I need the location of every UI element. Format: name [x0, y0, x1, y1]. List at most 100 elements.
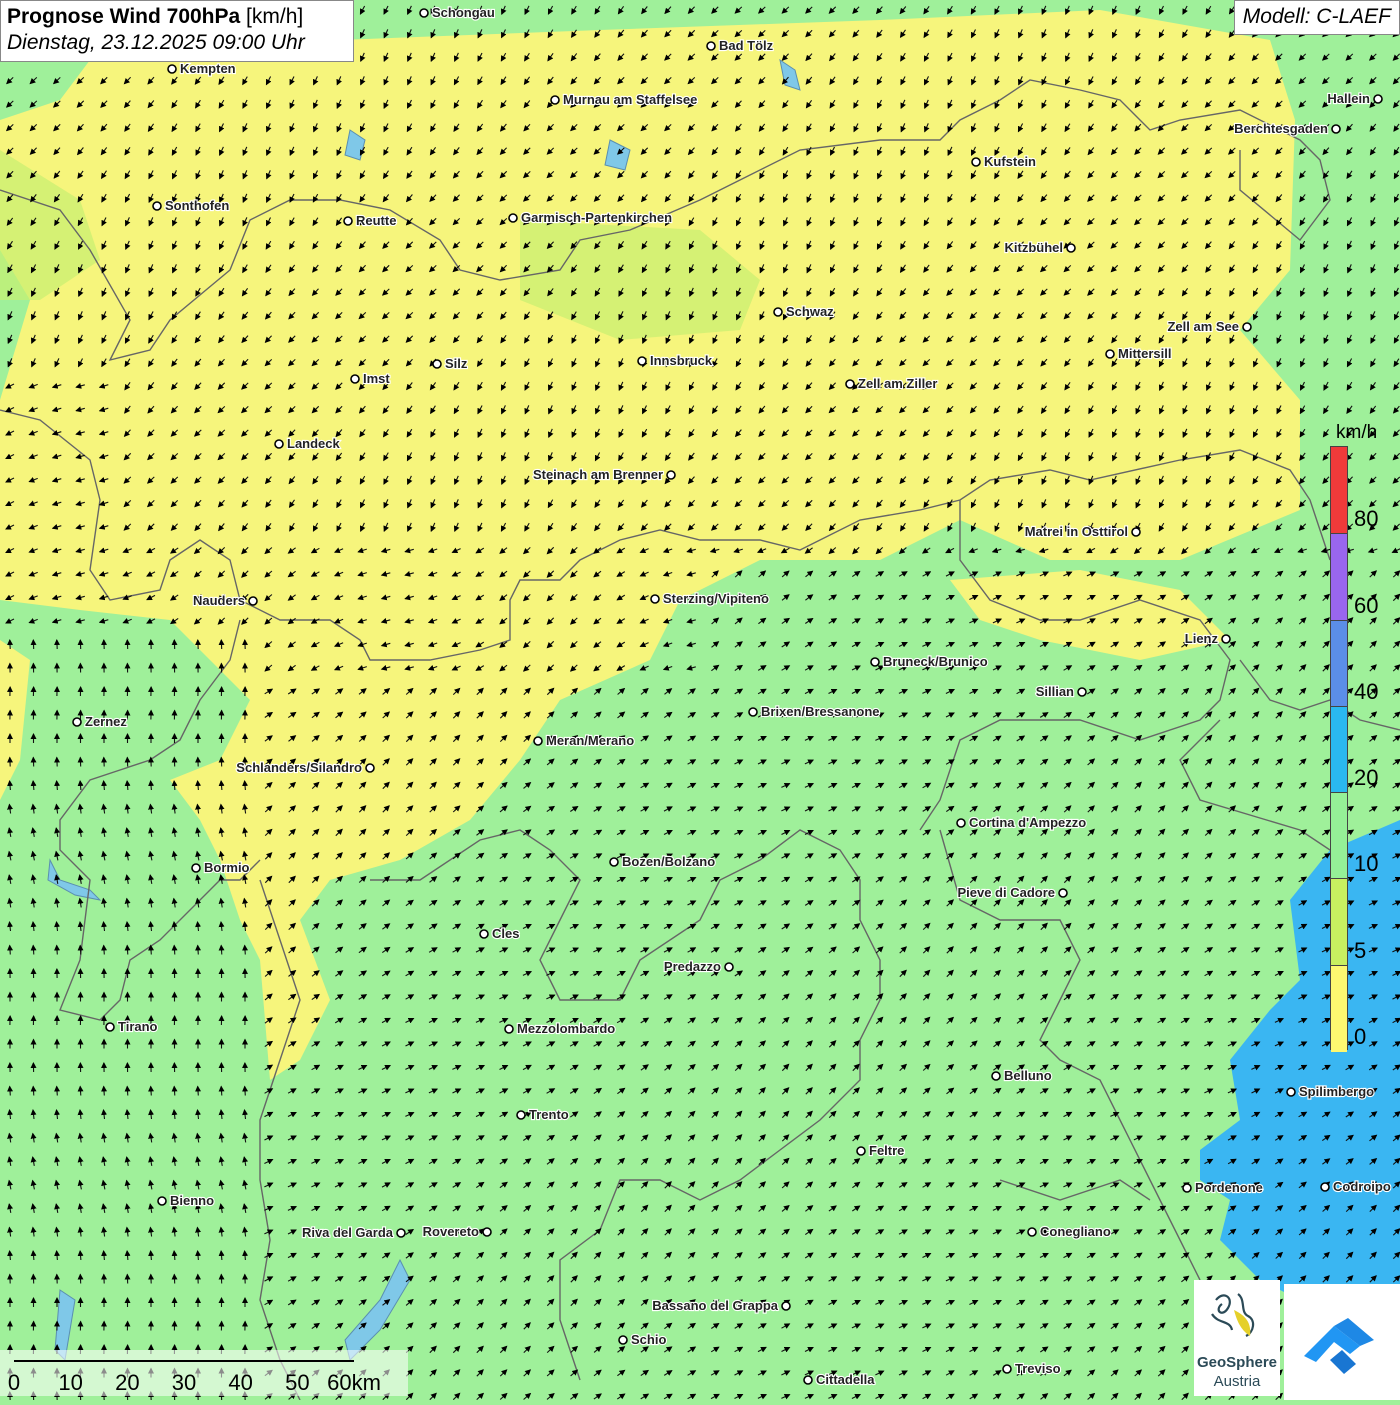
city-label: Schwaz	[786, 304, 834, 319]
city-label: Rovereto	[423, 1224, 479, 1239]
city-marker[interactable]: Sonthofen	[153, 198, 229, 213]
city-dot	[992, 1072, 1000, 1080]
city-dot	[667, 471, 675, 479]
city-dot	[1003, 1365, 1011, 1373]
legend-segment	[1331, 706, 1347, 793]
city-label: Pordenone	[1195, 1180, 1263, 1195]
city-dot	[1374, 95, 1382, 103]
legend-segment	[1331, 447, 1347, 533]
wind-arrow	[174, 1087, 175, 1096]
city-marker[interactable]: Conegliano	[1028, 1224, 1111, 1239]
wind-map[interactable]: SchongauBad TölzKemptenHalleinMurnau am …	[0, 0, 1400, 1400]
city-dot	[168, 65, 176, 73]
city-dot	[517, 1111, 525, 1119]
city-dot	[275, 440, 283, 448]
wind-arrow	[151, 1087, 152, 1096]
city-marker[interactable]: Sterzing/Vipiteno	[651, 591, 769, 606]
city-marker[interactable]: Bassano del Grappa	[652, 1298, 790, 1313]
city-label: Bozen/Bolzano	[622, 854, 715, 869]
city-label: Meran/Merano	[546, 733, 634, 748]
legend-segment	[1331, 533, 1347, 620]
city-label: Feltre	[869, 1143, 904, 1158]
city-dot	[1287, 1088, 1295, 1096]
city-marker[interactable]: Meran/Merano	[534, 733, 634, 748]
city-marker[interactable]: Murnau am Staffelsee	[551, 92, 697, 107]
wind-arrow	[33, 1087, 34, 1096]
city-dot	[509, 214, 517, 222]
city-marker[interactable]: Bruneck/Brunico	[871, 654, 988, 669]
city-marker[interactable]: Riva del Garda	[302, 1225, 405, 1240]
geosphere-logo-icon	[1194, 1280, 1280, 1354]
city-label: Kufstein	[984, 154, 1036, 169]
wind-arrow	[221, 1087, 222, 1096]
legend-segment	[1331, 620, 1347, 707]
city-marker[interactable]: Pieve di Cadore	[957, 885, 1067, 900]
map-title-unit: [km/h]	[246, 5, 303, 28]
city-dot	[366, 764, 374, 772]
city-dot	[619, 1336, 627, 1344]
legend-segment	[1331, 965, 1347, 1052]
city-label: Bassano del Grappa	[652, 1298, 778, 1313]
city-marker[interactable]: Zell am See	[1167, 319, 1251, 334]
scale-line	[14, 1360, 354, 1362]
city-marker[interactable]: Pordenone	[1183, 1180, 1263, 1195]
geosphere-logo[interactable]: GeoSphere Austria	[1194, 1280, 1280, 1396]
wind-arrow	[57, 946, 58, 955]
city-dot	[1106, 350, 1114, 358]
city-marker[interactable]: Bozen/Bolzano	[610, 854, 715, 869]
scale-label: 40	[228, 1370, 252, 1396]
city-marker[interactable]: Innsbruck	[638, 353, 713, 368]
city-label: Treviso	[1015, 1361, 1061, 1376]
wind-arrow	[104, 946, 105, 955]
wind-arrow	[245, 1087, 246, 1096]
city-marker[interactable]: Mezzolombardo	[505, 1021, 615, 1036]
scale-label: 20	[115, 1370, 139, 1396]
city-marker[interactable]: Zell am Ziller	[846, 376, 937, 391]
app-logo[interactable]	[1284, 1284, 1400, 1400]
city-dot	[249, 597, 257, 605]
city-dot	[846, 380, 854, 388]
city-marker[interactable]: Cortina d'Ampezzo	[957, 815, 1086, 830]
city-marker[interactable]: Matrei in Osttirol	[1025, 524, 1140, 539]
wind-arrow	[10, 1087, 11, 1096]
city-dot	[1078, 688, 1086, 696]
city-label: Bad Tölz	[719, 38, 774, 53]
title-box: Prognose Wind 700hPa [km/h] Dienstag, 23…	[0, 0, 354, 62]
city-label: Lienz	[1185, 631, 1219, 646]
city-label: Cittadella	[816, 1372, 875, 1387]
city-marker[interactable]: Brixen/Bressanone	[749, 704, 880, 719]
legend-label: 0	[1354, 1024, 1366, 1050]
city-label: Silz	[445, 356, 468, 371]
city-dot	[1059, 889, 1067, 897]
city-label: Mezzolombardo	[517, 1021, 615, 1036]
city-dot	[1067, 244, 1075, 252]
city-label: Berchtesgaden	[1234, 121, 1328, 136]
wind-arrow	[198, 1087, 199, 1096]
city-dot	[957, 819, 965, 827]
city-label: Murnau am Staffelsee	[563, 92, 697, 107]
scale-label: 10	[58, 1370, 82, 1396]
city-marker[interactable]: Schlanders/Silandro	[236, 760, 374, 775]
logo-text-geosphere: GeoSphere	[1194, 1354, 1280, 1371]
legend-unit: km/h	[1336, 422, 1377, 444]
city-label: Zell am See	[1167, 319, 1239, 334]
logo-text-austria: Austria	[1194, 1373, 1280, 1390]
city-marker[interactable]: Garmisch-Partenkirchen	[509, 210, 672, 225]
city-marker[interactable]: Berchtesgaden	[1234, 121, 1340, 136]
city-marker[interactable]: Schongau	[420, 5, 495, 20]
city-dot	[420, 9, 428, 17]
city-label: Mittersill	[1118, 346, 1171, 361]
city-label: Nauders	[193, 593, 245, 608]
city-label: Sonthofen	[165, 198, 229, 213]
city-label: Garmisch-Partenkirchen	[521, 210, 672, 225]
legend-segment	[1331, 878, 1347, 965]
city-dot	[1222, 635, 1230, 643]
city-dot	[351, 375, 359, 383]
city-marker[interactable]: Steinach am Brenner	[533, 467, 675, 482]
city-label: Riva del Garda	[302, 1225, 394, 1240]
city-label: Bruneck/Brunico	[883, 654, 988, 669]
city-marker[interactable]: Spilimbergo	[1287, 1084, 1374, 1099]
city-label: Schlanders/Silandro	[236, 760, 362, 775]
city-label: Kempten	[180, 61, 236, 76]
forecast-datetime: Dienstag, 23.12.2025 09:00 Uhr	[7, 31, 347, 55]
